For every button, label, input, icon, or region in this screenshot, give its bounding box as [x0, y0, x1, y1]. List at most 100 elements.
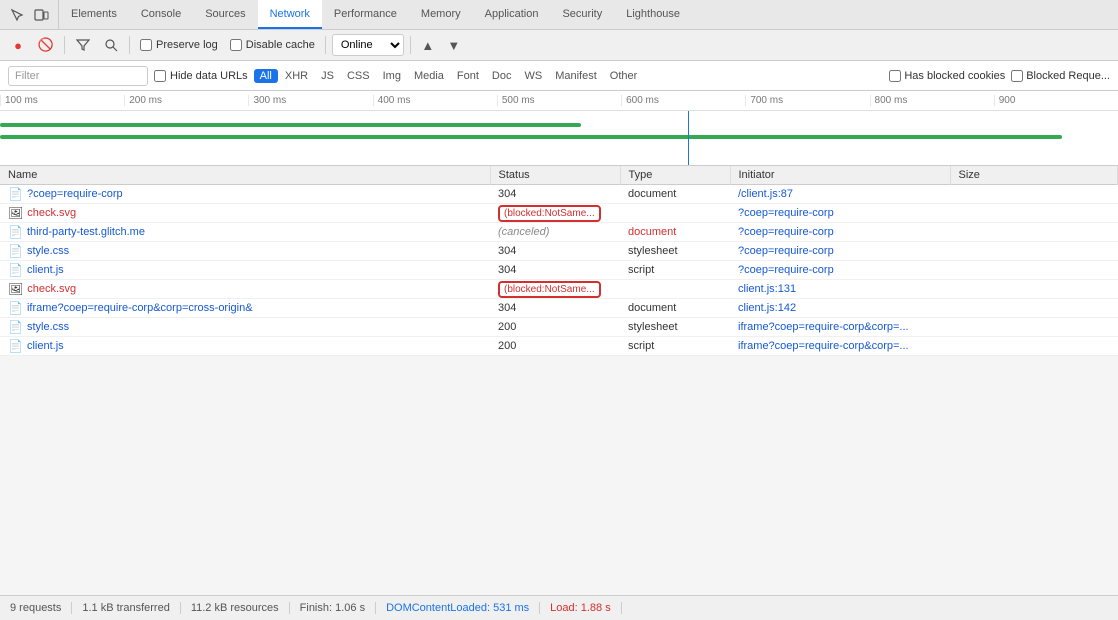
filter-type-ws[interactable]: WS — [518, 69, 548, 83]
tab-elements[interactable]: Elements — [59, 0, 129, 29]
table-row[interactable]: 📄style.css304stylesheet?coep=require-cor… — [0, 242, 1118, 261]
file-icon: 📄 — [8, 339, 23, 353]
file-icon: 📄 — [8, 301, 23, 315]
table-row[interactable]: 📄third-party-test.glitch.me(canceled)doc… — [0, 223, 1118, 242]
cell-size — [950, 299, 1118, 318]
table-row[interactable]: 🖼check.svg(blocked:NotSame...?coep=requi… — [0, 204, 1118, 223]
name-link[interactable]: iframe?coep=require-corp&corp=cross-orig… — [27, 302, 253, 314]
has-blocked-cookies-group: Has blocked cookies — [889, 70, 1005, 82]
cell-type — [620, 204, 730, 223]
name-link[interactable]: third-party-test.glitch.me — [27, 226, 145, 238]
tab-security[interactable]: Security — [550, 0, 614, 29]
clear-button[interactable]: 🚫 — [34, 33, 58, 57]
timeline-ruler: 100 ms 200 ms 300 ms 400 ms 500 ms 600 m… — [0, 91, 1118, 111]
tab-performance[interactable]: Performance — [322, 0, 409, 29]
initiator-link[interactable]: ?coep=require-corp — [738, 226, 834, 238]
blocked-requests-checkbox[interactable] — [1011, 70, 1023, 82]
hide-data-urls-label[interactable]: Hide data URLs — [170, 70, 248, 82]
cell-status: 200 — [490, 337, 620, 356]
filter-icon[interactable] — [71, 33, 95, 57]
tab-lighthouse[interactable]: Lighthouse — [614, 0, 692, 29]
cell-status: 304 — [490, 261, 620, 280]
inspect-icon[interactable] — [6, 4, 28, 26]
filter-input[interactable] — [8, 66, 148, 86]
col-status: Status — [490, 166, 620, 185]
table-header-row: Name Status Type Initiator Size — [0, 166, 1118, 185]
tab-sources[interactable]: Sources — [193, 0, 257, 29]
initiator-link[interactable]: client.js:131 — [738, 283, 796, 295]
table-row[interactable]: 📄?coep=require-corp304document/client.js… — [0, 185, 1118, 204]
table-row[interactable]: 📄client.js200scriptiframe?coep=require-c… — [0, 337, 1118, 356]
network-toolbar: ● 🚫 Preserve log Disable cache Online Fa… — [0, 30, 1118, 61]
cell-initiator: ?coep=require-corp — [730, 204, 950, 223]
name-link[interactable]: ?coep=require-corp — [27, 188, 123, 200]
disable-cache-checkbox[interactable] — [230, 39, 242, 51]
col-type: Type — [620, 166, 730, 185]
name-link[interactable]: check.svg — [27, 207, 76, 219]
table-row[interactable]: 📄 iframe?coep=require-corp&corp=cross-ori… — [0, 299, 1118, 318]
initiator-link[interactable]: client.js:142 — [738, 302, 796, 314]
timeline-bar-load — [0, 135, 1062, 139]
tab-memory[interactable]: Memory — [409, 0, 473, 29]
has-blocked-cookies-label[interactable]: Has blocked cookies — [904, 70, 1005, 82]
device-toggle-icon[interactable] — [30, 4, 52, 26]
load-time: Load: 1.88 s — [540, 602, 622, 614]
name-link[interactable]: style.css — [27, 245, 69, 257]
search-icon[interactable] — [99, 33, 123, 57]
filter-type-media[interactable]: Media — [408, 69, 450, 83]
filter-extras: Has blocked cookies Blocked Reque... — [889, 70, 1110, 82]
filter-type-js[interactable]: JS — [315, 69, 340, 83]
filter-type-xhr[interactable]: XHR — [279, 69, 314, 83]
tick-800: 800 ms — [870, 95, 994, 106]
cell-initiator: client.js:131 — [730, 280, 950, 299]
initiator-link[interactable]: ?coep=require-corp — [738, 207, 834, 219]
filter-type-css[interactable]: CSS — [341, 69, 376, 83]
tab-console[interactable]: Console — [129, 0, 193, 29]
network-table-wrapper[interactable]: Name Status Type Initiator Size 📄?coep=r… — [0, 166, 1118, 595]
table-row[interactable]: 📄client.js304script?coep=require-corp — [0, 261, 1118, 280]
file-icon: 📄 — [8, 244, 23, 258]
cell-type: document — [620, 299, 730, 318]
blocked-requests-label[interactable]: Blocked Reque... — [1026, 70, 1110, 82]
initiator-link[interactable]: /client.js:87 — [738, 188, 793, 200]
filter-type-buttons: All XHR JS CSS Img Media Font Doc WS Man… — [254, 69, 644, 83]
file-icon: 📄 — [8, 263, 23, 277]
cell-initiator: client.js:142 — [730, 299, 950, 318]
export-button[interactable]: ▼ — [443, 34, 465, 56]
preserve-log-label[interactable]: Preserve log — [156, 39, 218, 51]
initiator-link[interactable]: iframe?coep=require-corp&corp=... — [738, 340, 909, 352]
tab-bar: Elements Console Sources Network Perform… — [0, 0, 1118, 30]
initiator-link[interactable]: ?coep=require-corp — [738, 264, 834, 276]
tick-200: 200 ms — [124, 95, 248, 106]
cell-size — [950, 223, 1118, 242]
blocked-requests-group: Blocked Reque... — [1011, 70, 1110, 82]
disable-cache-group: Disable cache — [230, 39, 315, 51]
filter-type-all[interactable]: All — [254, 69, 278, 83]
filter-type-other[interactable]: Other — [604, 69, 644, 83]
initiator-link[interactable]: ?coep=require-corp — [738, 245, 834, 257]
record-button[interactable]: ● — [6, 33, 30, 57]
name-link[interactable]: client.js — [27, 264, 64, 276]
hide-data-urls-group: Hide data URLs — [154, 70, 248, 82]
filter-type-doc[interactable]: Doc — [486, 69, 518, 83]
filter-type-font[interactable]: Font — [451, 69, 485, 83]
table-row[interactable]: 📄style.css200stylesheetiframe?coep=requi… — [0, 318, 1118, 337]
has-blocked-cookies-checkbox[interactable] — [889, 70, 901, 82]
status-bar: 9 requests 1.1 kB transferred 11.2 kB re… — [0, 595, 1118, 620]
preserve-log-checkbox[interactable] — [140, 39, 152, 51]
table-row[interactable]: 🖼check.svg(blocked:NotSame...client.js:1… — [0, 280, 1118, 299]
name-link[interactable]: client.js — [27, 340, 64, 352]
filter-type-img[interactable]: Img — [377, 69, 407, 83]
hide-data-urls-checkbox[interactable] — [154, 70, 166, 82]
throttle-select[interactable]: Online Fast 3G Slow 3G Offline — [332, 34, 404, 56]
timeline-bar-dom — [0, 123, 581, 127]
cell-status: 304 — [490, 242, 620, 261]
name-link[interactable]: style.css — [27, 321, 69, 333]
name-link[interactable]: check.svg — [27, 283, 76, 295]
initiator-link[interactable]: iframe?coep=require-corp&corp=... — [738, 321, 909, 333]
tab-application[interactable]: Application — [473, 0, 551, 29]
disable-cache-label[interactable]: Disable cache — [246, 39, 315, 51]
filter-type-manifest[interactable]: Manifest — [549, 69, 603, 83]
tab-network[interactable]: Network — [258, 0, 322, 29]
import-button[interactable]: ▲ — [417, 34, 439, 56]
